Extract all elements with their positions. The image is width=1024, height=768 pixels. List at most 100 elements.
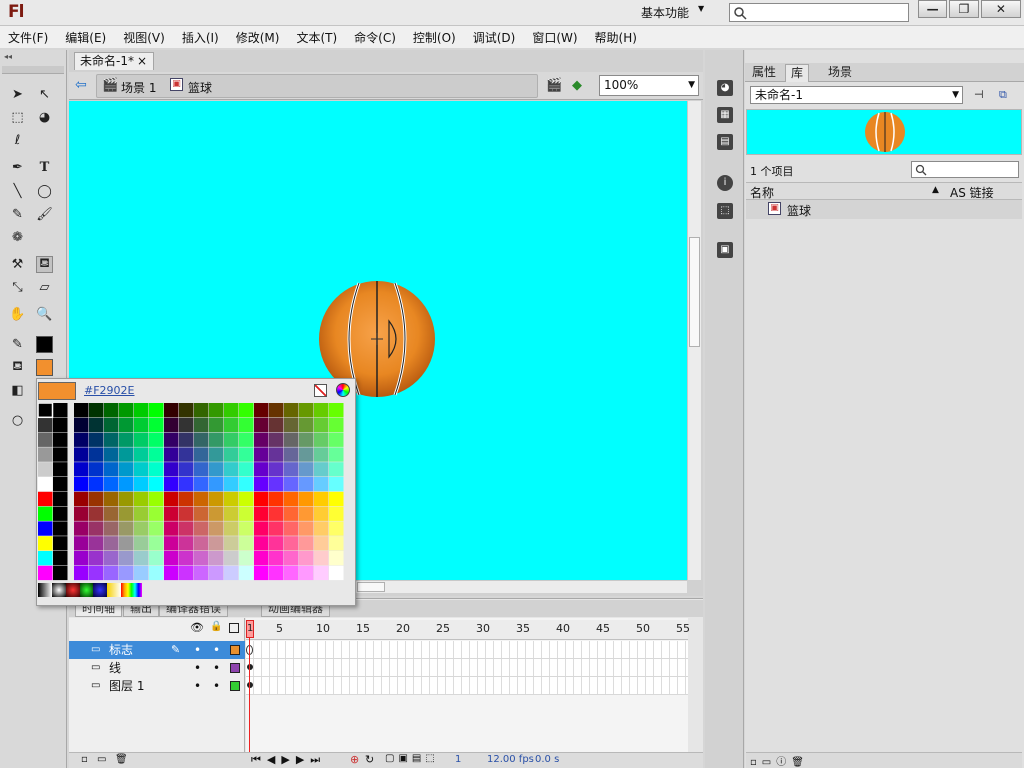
gradient-swatch[interactable] [93, 583, 108, 597]
color-swatch[interactable] [149, 506, 164, 521]
menu-help[interactable]: 帮助(H) [595, 29, 637, 46]
color-swatch[interactable] [299, 551, 314, 566]
color-swatch[interactable] [179, 565, 194, 581]
playhead[interactable]: 1 [246, 620, 254, 638]
color-swatch[interactable] [119, 536, 134, 551]
color-swatch[interactable] [104, 432, 119, 447]
gradient-swatch[interactable] [38, 583, 52, 597]
color-swatch[interactable] [134, 551, 149, 566]
tab-properties[interactable]: 属性 [747, 64, 781, 82]
color-swatch[interactable] [329, 403, 344, 418]
color-swatch[interactable] [269, 403, 284, 418]
color-swatch[interactable] [269, 417, 284, 433]
3d-rotation-tool-icon[interactable]: ◕ [36, 109, 53, 126]
color-swatch[interactable] [134, 403, 149, 418]
layer-row-logo[interactable]: ▭ 标志 ✎ • • [69, 641, 245, 659]
menu-view[interactable]: 视图(V) [123, 29, 165, 46]
color-swatch[interactable] [149, 551, 164, 566]
color-swatch[interactable] [89, 403, 104, 418]
color-swatch[interactable] [224, 462, 239, 477]
color-swatch[interactable] [89, 447, 104, 462]
color-swatch[interactable] [299, 432, 314, 447]
color-swatch[interactable] [254, 462, 269, 477]
new-folder-icon[interactable]: ▭ [97, 754, 106, 765]
color-swatch[interactable] [134, 521, 149, 536]
color-swatch[interactable] [224, 506, 239, 521]
color-swatch[interactable] [329, 565, 344, 581]
color-swatch[interactable] [104, 477, 119, 492]
menu-control[interactable]: 控制(O) [413, 29, 456, 46]
color-swatch[interactable] [134, 491, 149, 507]
color-swatch[interactable] [269, 432, 284, 447]
layer-color-box[interactable] [230, 645, 240, 655]
color-swatch[interactable] [74, 417, 89, 433]
color-swatch[interactable] [254, 403, 269, 418]
visibility-dot[interactable]: • [194, 677, 201, 695]
gradient-swatch[interactable] [51, 583, 66, 597]
scroll-thumb[interactable] [357, 582, 385, 592]
color-swatch[interactable] [89, 506, 104, 521]
color-swatch[interactable] [164, 521, 179, 536]
color-swatch[interactable] [254, 506, 269, 521]
color-swatch[interactable] [119, 432, 134, 447]
color-swatch[interactable] [134, 565, 149, 581]
color-swatch[interactable] [74, 403, 89, 418]
back-arrow-icon[interactable]: ⇦ [75, 77, 87, 93]
color-swatch[interactable] [254, 477, 269, 492]
menu-debug[interactable]: 调试(D) [473, 29, 516, 46]
layer-row-layer1[interactable]: ▭ 图层 1 • • [69, 677, 245, 695]
close-tab-icon[interactable]: × [137, 53, 147, 69]
edit-symbols-icon[interactable]: ◆ [572, 78, 582, 93]
color-swatch[interactable] [209, 491, 224, 507]
color-swatch[interactable] [194, 477, 209, 492]
color-swatch[interactable] [194, 447, 209, 462]
color-swatch[interactable] [329, 447, 344, 462]
color-swatch[interactable] [209, 417, 224, 433]
color-swatch[interactable] [239, 477, 254, 492]
color-swatch[interactable] [299, 491, 314, 507]
color-swatch[interactable] [38, 417, 53, 433]
color-swatch[interactable] [104, 447, 119, 462]
gradient-swatch[interactable] [79, 583, 94, 597]
color-swatch[interactable] [179, 477, 194, 492]
color-swatch[interactable] [269, 447, 284, 462]
library-action-icons[interactable]: ▫▭ⓘ🗑 [750, 753, 809, 768]
color-swatch[interactable] [224, 565, 239, 581]
color-swatch[interactable] [149, 462, 164, 477]
playback-controls[interactable]: ⏮◀▶▶⏭ [251, 753, 326, 767]
color-swatch[interactable] [194, 462, 209, 477]
color-swatch[interactable] [299, 417, 314, 433]
color-swatch[interactable] [119, 551, 134, 566]
subselection-tool-icon[interactable]: ↖ [36, 86, 53, 103]
color-swatch[interactable] [89, 551, 104, 566]
sort-icon[interactable]: ▲ [932, 185, 939, 195]
color-swatch[interactable] [74, 491, 89, 507]
color-swatch[interactable] [314, 521, 329, 536]
color-swatch[interactable] [194, 432, 209, 447]
color-swatch[interactable] [179, 506, 194, 521]
color-swatch[interactable] [119, 491, 134, 507]
color-swatch[interactable] [284, 477, 299, 492]
color-swatch[interactable] [269, 551, 284, 566]
color-swatch[interactable] [164, 491, 179, 507]
color-swatch[interactable] [164, 417, 179, 433]
color-swatch[interactable] [224, 447, 239, 462]
color-swatch[interactable] [149, 403, 164, 418]
color-swatch[interactable] [179, 447, 194, 462]
color-swatch[interactable] [164, 432, 179, 447]
color-swatch[interactable] [209, 432, 224, 447]
color-swatch[interactable] [254, 521, 269, 536]
color-swatch[interactable] [149, 432, 164, 447]
color-swatch[interactable] [209, 551, 224, 566]
color-swatch[interactable] [38, 551, 53, 566]
color-swatch[interactable] [284, 491, 299, 507]
color-swatch[interactable] [53, 447, 68, 462]
color-swatch[interactable] [224, 403, 239, 418]
color-swatch[interactable] [314, 462, 329, 477]
color-swatch[interactable] [164, 565, 179, 581]
collapse-icon[interactable]: ◂◂ [4, 52, 12, 61]
color-swatch[interactable] [329, 491, 344, 507]
color-swatch[interactable] [104, 403, 119, 418]
color-swatch[interactable] [104, 565, 119, 581]
gradient-swatch[interactable] [121, 583, 142, 597]
